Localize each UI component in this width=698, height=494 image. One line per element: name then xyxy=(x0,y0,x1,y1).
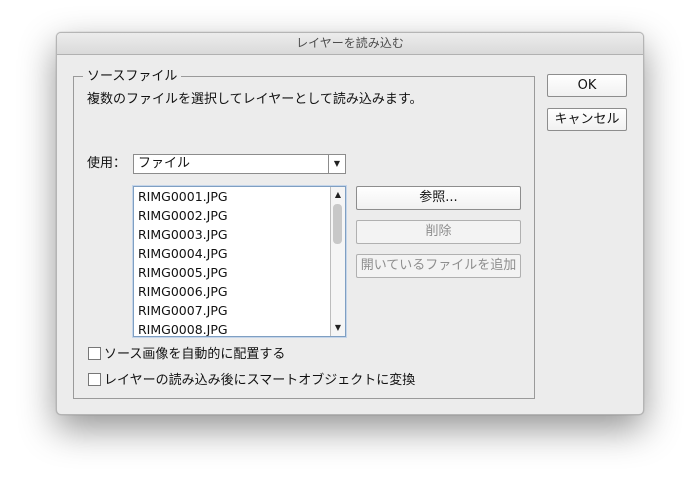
smart-object-option[interactable]: レイヤーの読み込み後にスマートオブジェクトに変換 xyxy=(88,373,415,389)
scroll-up-arrow-icon[interactable]: ▲ xyxy=(331,188,345,202)
file-list[interactable]: RIMG0001.JPG RIMG0002.JPG RIMG0003.JPG R… xyxy=(133,186,346,337)
list-item[interactable]: RIMG0002.JPG xyxy=(134,206,330,225)
use-select[interactable]: ファイル ▼ xyxy=(133,154,346,174)
source-files-group-title: ソースファイル xyxy=(83,69,182,85)
auto-align-checkbox[interactable] xyxy=(88,347,101,360)
list-item[interactable]: RIMG0004.JPG xyxy=(134,244,330,263)
source-files-description: 複数のファイルを選択してレイヤーとして読み込みます。 xyxy=(87,92,423,107)
use-label: 使用： xyxy=(87,156,127,171)
smart-object-label: レイヤーの読み込み後にスマートオブジェクトに変換 xyxy=(104,373,416,388)
add-open-files-button[interactable]: 開いているファイルを追加 xyxy=(356,254,521,278)
smart-object-checkbox[interactable] xyxy=(88,373,101,386)
file-list-items: RIMG0001.JPG RIMG0002.JPG RIMG0003.JPG R… xyxy=(134,187,330,336)
scroll-down-arrow-icon[interactable]: ▼ xyxy=(331,321,345,335)
ok-button[interactable]: OK xyxy=(547,74,627,97)
file-list-scrollbar[interactable]: ▲ ▼ xyxy=(330,187,345,336)
list-item[interactable]: RIMG0007.JPG xyxy=(134,301,330,320)
list-item[interactable]: RIMG0001.JPG xyxy=(134,187,330,206)
list-item[interactable]: RIMG0006.JPG xyxy=(134,282,330,301)
remove-button[interactable]: 削除 xyxy=(356,220,521,244)
use-select-value: ファイル xyxy=(138,156,191,171)
window-title: レイヤーを読み込む xyxy=(57,33,643,55)
scrollbar-thumb[interactable] xyxy=(333,204,342,244)
list-item[interactable]: RIMG0005.JPG xyxy=(134,263,330,282)
auto-align-label: ソース画像を自動的に配置する xyxy=(104,347,286,362)
list-item[interactable]: RIMG0003.JPG xyxy=(134,225,330,244)
auto-align-option[interactable]: ソース画像を自動的に配置する xyxy=(88,347,285,363)
list-item[interactable]: RIMG0008.JPG xyxy=(134,320,330,336)
browse-button[interactable]: 参照... xyxy=(356,186,521,210)
import-layers-dialog: レイヤーを読み込む ソースファイル 複数のファイルを選択してレイヤーとして読み込… xyxy=(56,32,644,415)
cancel-button[interactable]: キャンセル xyxy=(547,108,627,131)
chevron-down-icon[interactable]: ▼ xyxy=(328,155,345,173)
